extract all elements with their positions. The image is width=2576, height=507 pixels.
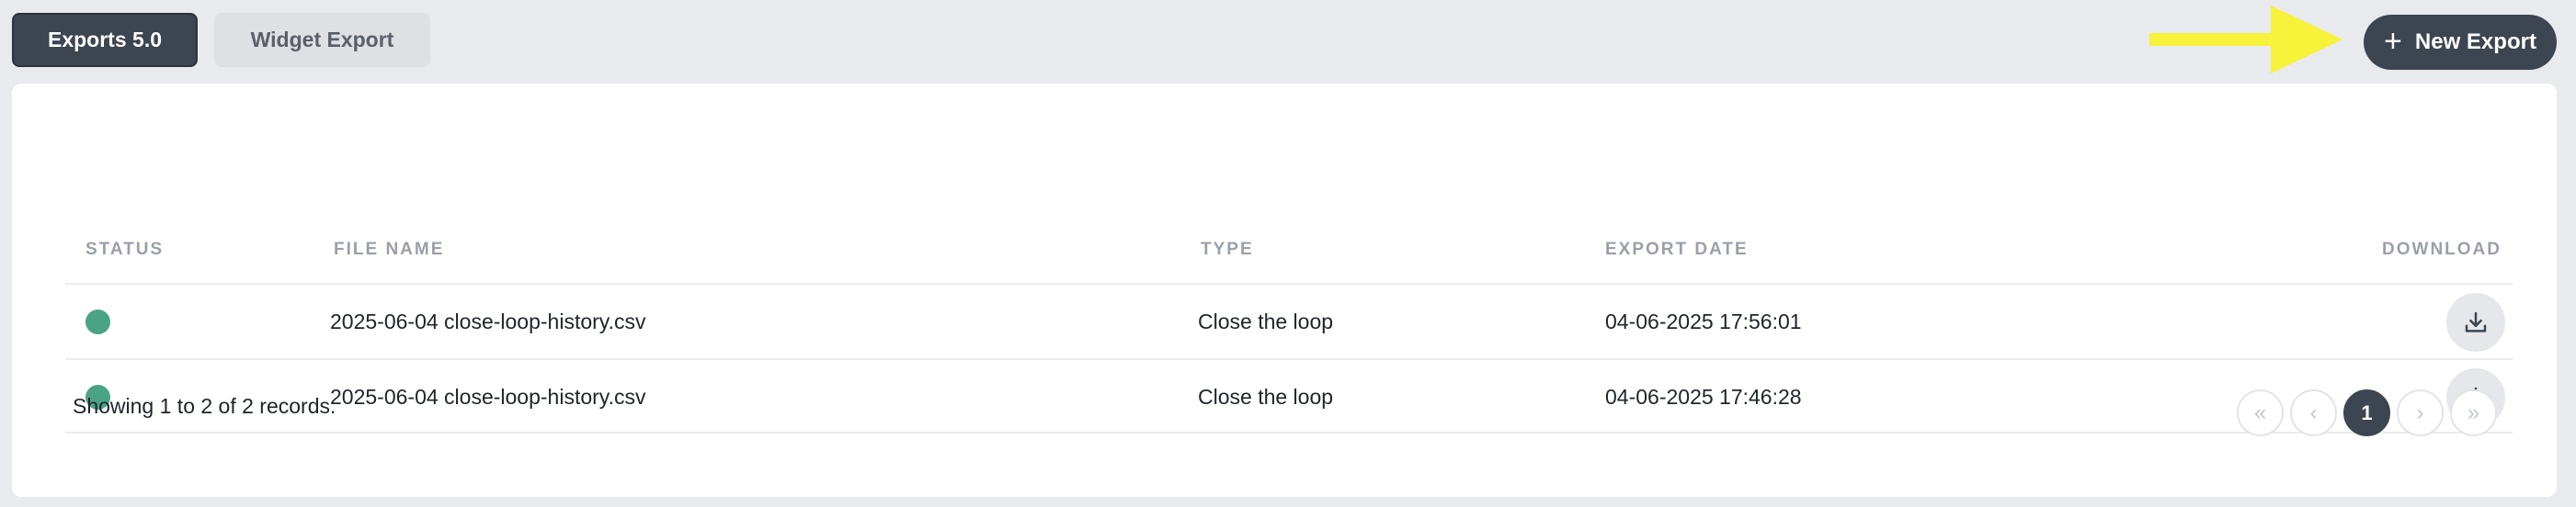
type-cell: Close the loop: [1198, 384, 1334, 409]
exports-page: Exports 5.0 Widget Export + New Export S…: [0, 0, 2576, 507]
pagination: « ‹ 1 › »: [2237, 389, 2497, 436]
first-page-button[interactable]: «: [2237, 389, 2284, 436]
tab-widget-export[interactable]: Widget Export: [214, 13, 430, 67]
type-cell: Close the loop: [1198, 309, 1334, 333]
file-name-cell: 2025-06-04 close-loop-history.csv: [330, 384, 646, 409]
new-export-button[interactable]: + New Export: [2364, 15, 2557, 70]
new-export-label: New Export: [2414, 29, 2536, 54]
status-cell: [85, 285, 110, 358]
column-header-file-name: FILE NAME: [334, 240, 445, 259]
exports-card: STATUS FILE NAME TYPE EXPORT DATE DOWNLO…: [12, 84, 2557, 497]
status-indicator: [85, 309, 110, 334]
last-page-button[interactable]: »: [2450, 389, 2497, 436]
download-button[interactable]: [2446, 293, 2505, 352]
records-summary: Showing 1 to 2 of 2 records.: [73, 394, 336, 418]
export-date-cell: 04-06-2025 17:56:01: [1605, 309, 1802, 333]
tab-bar: Exports 5.0 Widget Export: [12, 13, 430, 67]
table-row: 2025-06-04 close-loop-history.csv Close …: [65, 358, 2513, 434]
export-date-cell: 04-06-2025 17:46:28: [1605, 384, 1802, 409]
column-header-export-date: EXPORT DATE: [1605, 240, 1749, 259]
column-header-status: STATUS: [85, 240, 165, 259]
table-header: STATUS FILE NAME TYPE EXPORT DATE DOWNLO…: [65, 157, 2513, 283]
file-name-cell: 2025-06-04 close-loop-history.csv: [330, 309, 646, 333]
table-row: 2025-06-04 close-loop-history.csv Close …: [65, 283, 2513, 358]
annotation-arrow-icon: [2149, 6, 2342, 73]
page-1-button[interactable]: 1: [2343, 389, 2390, 436]
column-header-type: TYPE: [1201, 240, 1254, 259]
tab-exports-5[interactable]: Exports 5.0: [12, 13, 198, 67]
prev-page-button[interactable]: ‹: [2290, 389, 2337, 436]
plus-icon: +: [2384, 23, 2402, 59]
exports-table: STATUS FILE NAME TYPE EXPORT DATE DOWNLO…: [65, 157, 2513, 434]
column-header-download: DOWNLOAD: [2382, 240, 2502, 259]
next-page-button[interactable]: ›: [2397, 389, 2444, 436]
download-icon: [2465, 311, 2487, 332]
